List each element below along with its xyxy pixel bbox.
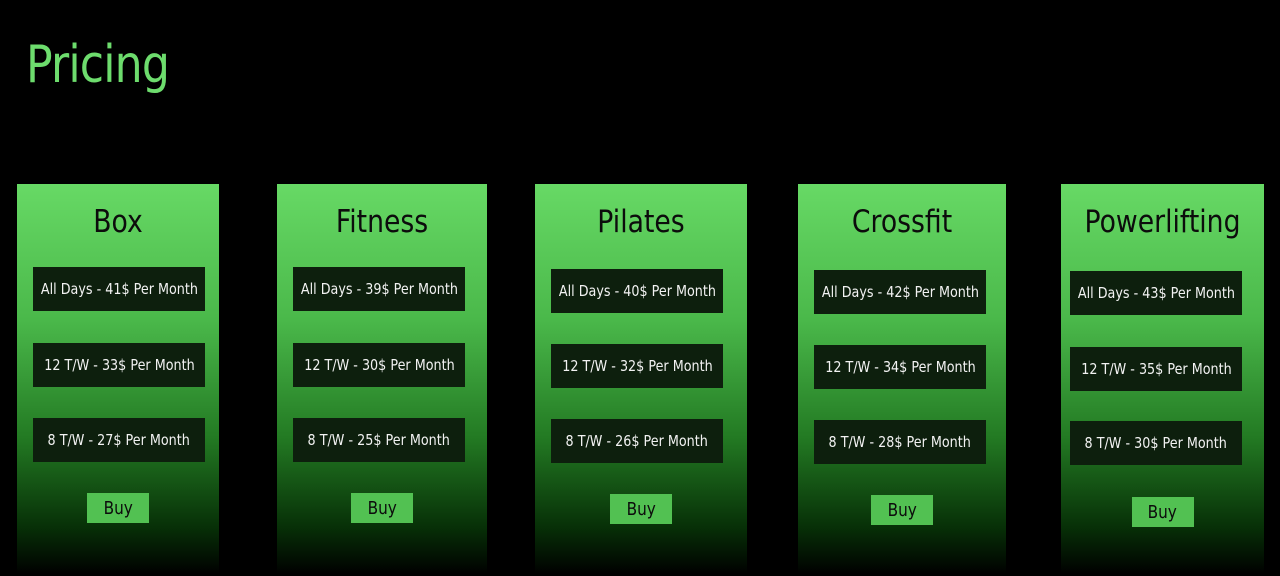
- price-12-tw: 12 T/W - 30$ Per Month: [293, 343, 465, 387]
- price-8-tw: 8 T/W - 25$ Per Month: [293, 418, 465, 462]
- pricing-page: Pricing Box All Days - 41$ Per Month 12 …: [0, 0, 1280, 576]
- plan-card-pilates: Pilates All Days - 40$ Per Month 12 T/W …: [535, 184, 747, 574]
- price-8-tw: 8 T/W - 28$ Per Month: [814, 420, 986, 464]
- plan-card-powerlifting: Powerlifting All Days - 43$ Per Month 12…: [1061, 184, 1264, 574]
- price-all-days: All Days - 40$ Per Month: [551, 269, 723, 313]
- plan-title: Box: [93, 204, 143, 240]
- buy-button-crossfit[interactable]: Buy: [871, 495, 933, 525]
- buy-button-powerlifting[interactable]: Buy: [1131, 497, 1194, 527]
- buy-button-pilates[interactable]: Buy: [610, 494, 672, 524]
- price-12-tw: 12 T/W - 35$ Per Month: [1070, 347, 1242, 391]
- price-12-tw: 12 T/W - 34$ Per Month: [814, 345, 986, 389]
- price-8-tw: 8 T/W - 27$ Per Month: [33, 418, 205, 462]
- plan-card-fitness: Fitness All Days - 39$ Per Month 12 T/W …: [277, 184, 487, 574]
- price-8-tw: 8 T/W - 30$ Per Month: [1070, 421, 1242, 465]
- buy-button-box[interactable]: Buy: [87, 493, 149, 523]
- plan-card-crossfit: Crossfit All Days - 42$ Per Month 12 T/W…: [798, 184, 1006, 574]
- plan-card-box: Box All Days - 41$ Per Month 12 T/W - 33…: [17, 184, 219, 574]
- price-12-tw: 12 T/W - 32$ Per Month: [551, 344, 723, 388]
- page-title: Pricing: [26, 35, 170, 95]
- price-all-days: All Days - 41$ Per Month: [33, 267, 205, 311]
- price-8-tw: 8 T/W - 26$ Per Month: [551, 419, 723, 463]
- price-all-days: All Days - 39$ Per Month: [293, 267, 465, 311]
- price-12-tw: 12 T/W - 33$ Per Month: [33, 343, 205, 387]
- price-all-days: All Days - 43$ Per Month: [1070, 271, 1242, 315]
- plan-title: Crossfit: [851, 204, 953, 240]
- plan-title: Powerlifting: [1084, 204, 1241, 240]
- plan-title: Fitness: [335, 204, 429, 240]
- buy-button-fitness[interactable]: Buy: [351, 493, 413, 523]
- plan-title: Pilates: [597, 204, 685, 240]
- price-all-days: All Days - 42$ Per Month: [814, 270, 986, 314]
